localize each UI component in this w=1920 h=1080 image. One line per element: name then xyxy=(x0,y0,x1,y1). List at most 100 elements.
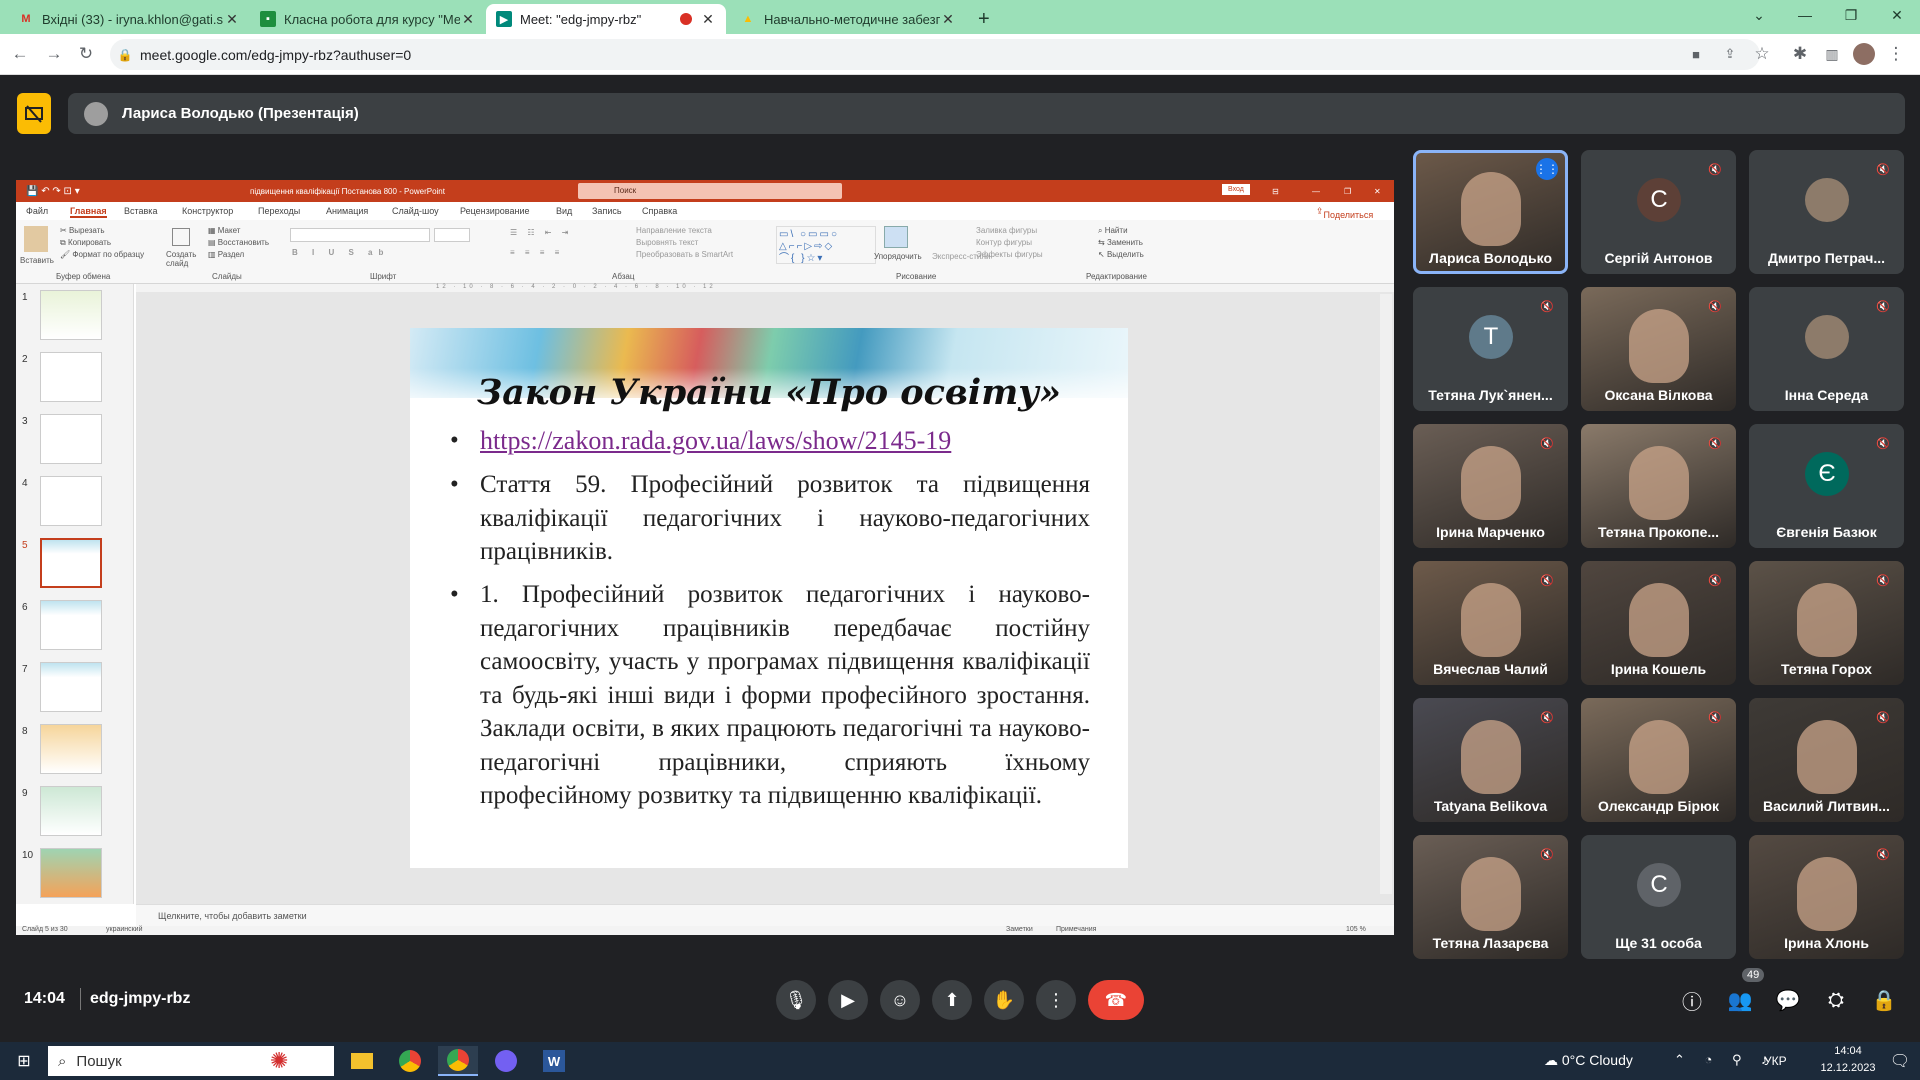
slide-thumbnail[interactable]: 2 xyxy=(16,352,134,412)
tray-icons[interactable]: ⌃ ◔ ⚲ ♪ xyxy=(1674,1052,1776,1068)
host-controls-icon[interactable]: 🔒 xyxy=(1868,984,1900,1016)
participant-tile[interactable]: 🔇 Дмитро Петрач... xyxy=(1749,150,1904,274)
section-button[interactable]: ▥ Раздел xyxy=(208,250,244,259)
participant-tile[interactable]: 🔇 Олександр Бірюк xyxy=(1581,698,1736,822)
notes-toggle[interactable]: Заметки xyxy=(1006,926,1033,933)
close-tab-icon[interactable]: ✕ xyxy=(224,11,240,28)
participant-tile[interactable]: 🔇 Василий Литвин... xyxy=(1749,698,1904,822)
paste-icon[interactable] xyxy=(24,226,48,252)
close-window-icon[interactable]: ✕ xyxy=(1874,0,1920,30)
smartart-button[interactable]: Преобразовать в SmartArt xyxy=(636,250,733,259)
select-button[interactable]: ↖ Выделить xyxy=(1098,250,1144,259)
weather-widget[interactable]: ☁ 0°C Cloudy xyxy=(1544,1052,1633,1069)
align-icons[interactable]: ≡ ≡ ≡ ≡ xyxy=(510,248,563,257)
activities-icon[interactable]: ⛭ xyxy=(1820,984,1852,1016)
viber-icon[interactable] xyxy=(486,1046,526,1076)
slide-thumbnail[interactable]: 1 xyxy=(16,290,134,350)
slide-thumbnail[interactable]: 6 xyxy=(16,600,134,660)
tab-gmail[interactable]: M Вхідні (33) - iryna.khlon@gati.s ✕ xyxy=(8,4,250,34)
participant-tile[interactable]: 🔇 Тетяна Прокопе... xyxy=(1581,424,1736,548)
tab-classroom[interactable]: ▪ Класна робота для курсу "Мет ✕ xyxy=(250,4,486,34)
participant-tile[interactable]: 🔇 Оксана Вілкова xyxy=(1581,287,1736,411)
ppt-tab-transitions[interactable]: Переходы xyxy=(258,206,300,216)
input-language[interactable]: УКР xyxy=(1764,1054,1787,1068)
law-link[interactable]: https://zakon.rada.gov.ua/laws/show/2145… xyxy=(480,424,1090,458)
participant-tile[interactable]: 🔇 Інна Середа xyxy=(1749,287,1904,411)
tab-meet[interactable]: ▶ Meet: "edg-jmpy-rbz" ✕ xyxy=(486,4,726,34)
slide-thumbnail[interactable]: 8 xyxy=(16,724,134,784)
close-tab-icon[interactable]: ✕ xyxy=(940,11,956,28)
shape-outline-button[interactable]: Контур фигуры xyxy=(976,238,1032,247)
microphone-icon[interactable]: 🎙 xyxy=(776,980,816,1020)
ppt-minimize-icon[interactable]: — xyxy=(1312,187,1320,196)
sidepanel-icon[interactable]: ▥ xyxy=(1818,40,1846,68)
new-slide-icon[interactable] xyxy=(172,228,190,246)
ppt-tab-slideshow[interactable]: Слайд-шоу xyxy=(392,206,439,216)
ppt-tab-record[interactable]: Запись xyxy=(592,206,622,216)
comments-toggle[interactable]: Примечания xyxy=(1056,926,1096,933)
copy-button[interactable]: ⧉ Копировать xyxy=(60,238,111,248)
ppt-tab-insert[interactable]: Вставка xyxy=(124,206,157,216)
arrange-button[interactable]: Упорядочить xyxy=(874,252,922,261)
font-family-select[interactable] xyxy=(290,228,430,242)
shapes-gallery[interactable]: ▭\ ○▭▭○ △⌐⌐▷⇨◇ ⌒{ }☆▾ xyxy=(776,226,876,264)
reset-button[interactable]: ▤ Восстановить xyxy=(208,238,269,247)
reload-icon[interactable]: ↻ xyxy=(72,40,100,68)
word-icon[interactable]: W xyxy=(534,1046,574,1076)
slide-thumbnail[interactable]: 7 xyxy=(16,662,134,722)
bookmark-star-icon[interactable]: ☆ xyxy=(1748,40,1776,68)
people-icon[interactable]: 👥 xyxy=(1724,984,1756,1016)
replace-button[interactable]: ⇆ Заменить xyxy=(1098,238,1143,247)
participant-tile[interactable]: 🔇 Вячеслав Чалий xyxy=(1413,561,1568,685)
shape-fill-button[interactable]: Заливка фигуры xyxy=(976,226,1037,235)
text-direction-button[interactable]: Направление текста xyxy=(636,226,712,235)
list-icons[interactable]: ☰ ☷ ⇤ ⇥ xyxy=(510,228,572,237)
back-icon[interactable]: ← xyxy=(6,40,34,68)
ppt-close-icon[interactable]: ✕ xyxy=(1374,187,1381,196)
close-tab-icon[interactable]: ✕ xyxy=(460,11,476,28)
ppt-share-button[interactable]: ⇪ Поделиться xyxy=(1316,206,1373,220)
find-button[interactable]: ⌕ Найти xyxy=(1098,226,1128,236)
current-slide[interactable]: Закон України «Про освіту» • https://zak… xyxy=(410,328,1128,868)
stop-presenting-icon[interactable] xyxy=(17,93,51,134)
slide-thumbnail[interactable]: 10 xyxy=(16,848,134,908)
ppt-tab-help[interactable]: Справка xyxy=(642,206,677,216)
emoji-icon[interactable]: ☺ xyxy=(880,980,920,1020)
format-painter-button[interactable]: 🖌 Формат по образцу xyxy=(60,250,144,259)
participant-tile[interactable]: Т 🔇 Тетяна Лук`янен... xyxy=(1413,287,1568,411)
align-text-button[interactable]: Выровнять текст xyxy=(636,238,698,247)
ppt-tab-design[interactable]: Конструктор xyxy=(182,206,233,216)
arrange-icon[interactable] xyxy=(884,226,908,248)
chat-icon[interactable]: 💬 xyxy=(1772,984,1804,1016)
tab-search-icon[interactable]: ⌄ xyxy=(1736,0,1782,30)
font-size-select[interactable] xyxy=(434,228,470,242)
ppt-tab-home[interactable]: Главная xyxy=(70,206,107,218)
ppt-tab-view[interactable]: Вид xyxy=(556,206,572,216)
file-explorer-icon[interactable] xyxy=(342,1046,382,1076)
shape-effects-button[interactable]: Эффекты фигуры xyxy=(976,250,1043,259)
slide-thumbnail[interactable]: 9 xyxy=(16,786,134,846)
forward-icon[interactable]: → xyxy=(40,40,68,68)
vertical-scrollbar[interactable] xyxy=(1380,294,1392,894)
slide-thumbnail[interactable]: 3 xyxy=(16,414,134,474)
extensions-icon[interactable]: ✱ xyxy=(1786,40,1814,68)
restore-icon[interactable]: ❐ xyxy=(1828,0,1874,30)
chrome-active-icon[interactable] xyxy=(438,1046,478,1076)
ppt-tab-animations[interactable]: Анимация xyxy=(326,206,368,216)
participant-tile[interactable]: Є 🔇 Євгенія Базюк xyxy=(1749,424,1904,548)
ppt-restore-icon[interactable]: ❐ xyxy=(1344,187,1351,196)
more-options-icon[interactable]: ⋮ xyxy=(1036,980,1076,1020)
participant-tile[interactable]: 🔇 Тетяна Лазарєва xyxy=(1413,835,1568,959)
zoom-level[interactable]: 105 % xyxy=(1346,926,1366,933)
present-screen-icon[interactable]: ⬆ xyxy=(932,980,972,1020)
taskbar-time[interactable]: 14:04 xyxy=(1818,1045,1878,1057)
participant-tile[interactable]: 🔇 Ірина Марченко xyxy=(1413,424,1568,548)
participant-tile[interactable]: 🔇 Tatyana Belikova xyxy=(1413,698,1568,822)
close-tab-icon[interactable]: ✕ xyxy=(700,11,716,28)
ribbon-display-icon[interactable]: ⊟ xyxy=(1272,187,1279,196)
ppt-tab-file[interactable]: Файл xyxy=(26,206,48,216)
meeting-info-icon[interactable]: ⓘ xyxy=(1676,984,1708,1016)
notes-pane[interactable]: Щелкните, чтобы добавить заметки xyxy=(136,904,1394,926)
cut-button[interactable]: ✂ Вырезать xyxy=(60,226,105,235)
participant-tile[interactable]: 🔇 Ірина Хлонь xyxy=(1749,835,1904,959)
